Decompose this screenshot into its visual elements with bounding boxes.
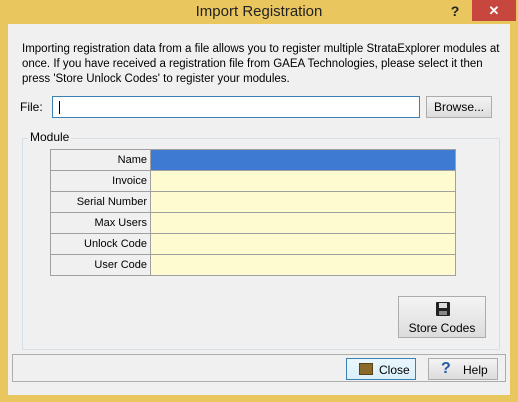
module-grid: Name Invoice Serial Number Max Users Unl… bbox=[50, 149, 456, 276]
file-label: File: bbox=[20, 100, 43, 114]
dialog-body: Importing registration data from a file … bbox=[8, 24, 510, 395]
door-icon bbox=[359, 363, 373, 375]
serial-number-cell[interactable] bbox=[150, 191, 456, 213]
name-cell[interactable] bbox=[150, 149, 456, 171]
title-help-button[interactable]: ? bbox=[440, 0, 470, 22]
description-text: Importing registration data from a file … bbox=[22, 43, 500, 85]
grid-row-serial-number[interactable]: Serial Number bbox=[50, 191, 456, 213]
grid-label: Serial Number bbox=[50, 191, 151, 213]
unlock-code-cell[interactable] bbox=[150, 233, 456, 255]
user-code-cell[interactable] bbox=[150, 254, 456, 276]
window-close-button[interactable]: ✕ bbox=[472, 0, 516, 21]
title-bar[interactable]: Import Registration ? ✕ bbox=[0, 0, 518, 24]
grid-label: Unlock Code bbox=[50, 233, 151, 255]
floppy-disk-icon bbox=[436, 302, 450, 316]
max-users-cell[interactable] bbox=[150, 212, 456, 234]
grid-label: Name bbox=[50, 149, 151, 171]
help-label: Help bbox=[463, 363, 488, 377]
grid-row-unlock-code[interactable]: Unlock Code bbox=[50, 233, 456, 255]
grid-row-max-users[interactable]: Max Users bbox=[50, 212, 456, 234]
store-codes-label: Store Codes bbox=[408, 321, 476, 335]
grid-label: User Code bbox=[50, 254, 151, 276]
store-codes-button[interactable]: Store Codes bbox=[398, 296, 486, 338]
module-group-label: Module bbox=[28, 130, 72, 144]
grid-row-user-code[interactable]: User Code bbox=[50, 254, 456, 276]
close-button[interactable]: Close bbox=[346, 358, 416, 380]
question-icon: ? bbox=[441, 360, 451, 377]
grid-row-invoice[interactable]: Invoice bbox=[50, 170, 456, 192]
grid-row-name[interactable]: Name bbox=[50, 149, 456, 171]
import-registration-window: Import Registration ? ✕ Importing regist… bbox=[0, 0, 518, 402]
grid-label: Invoice bbox=[50, 170, 151, 192]
invoice-cell[interactable] bbox=[150, 170, 456, 192]
browse-button[interactable]: Browse... bbox=[426, 96, 492, 118]
text-caret bbox=[59, 101, 60, 114]
help-button[interactable]: ? Help bbox=[428, 358, 498, 380]
grid-label: Max Users bbox=[50, 212, 151, 234]
close-label: Close bbox=[379, 363, 410, 377]
file-path-input[interactable] bbox=[52, 96, 420, 118]
